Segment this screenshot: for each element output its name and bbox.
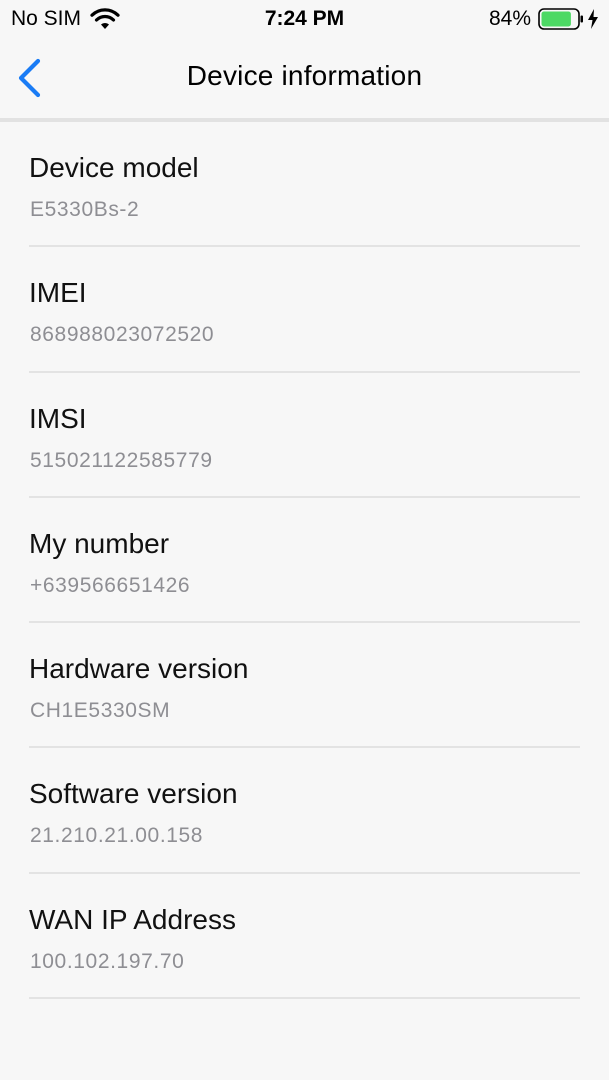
item-value: 515021122585779: [30, 448, 213, 472]
item-value: 21.210.21.00.158: [30, 824, 204, 848]
item-label: IMEI: [29, 277, 87, 309]
page-title: Device information: [186, 60, 423, 91]
list-item: WAN IP Address 100.102.197.70: [29, 874, 580, 1000]
navigation-bar: Device information: [0, 40, 609, 122]
list-item: Device model E5330Bs-2: [29, 122, 580, 248]
item-label: Device model: [29, 152, 199, 183]
item-label: WAN IP Address: [29, 903, 236, 935]
item-label: IMSI: [29, 402, 87, 434]
list-item: Hardware version CH1E5330SM: [29, 623, 580, 749]
list-item: IMSI 515021122585779: [29, 373, 580, 498]
item-label: Hardware version: [29, 653, 249, 685]
item-label: My number: [29, 527, 170, 559]
item-value: 868988023072520: [30, 323, 215, 347]
item-value: E5330Bs-2: [30, 198, 140, 221]
item-value: CH1E5330SM: [30, 699, 171, 723]
list-item: My number +639566651426: [29, 498, 580, 624]
device-info-list: Device model E5330Bs-2 IMEI 868988023072520…: [0, 122, 609, 1000]
status-right: 84%: [489, 7, 599, 31]
battery-icon: [538, 8, 583, 30]
status-bar: No SIM 7:24 PM 84%: [0, 0, 609, 40]
item-value: 100.102.197.70: [30, 949, 185, 973]
battery-percent: 84%: [488, 7, 531, 30]
item-value: +639566651426: [30, 573, 191, 597]
list-item: Software version 21.210.21.00.158: [29, 748, 580, 874]
charging-bolt-icon: [588, 9, 598, 29]
list-item: IMEI 868988023072520: [29, 247, 580, 373]
item-label: Software version: [29, 778, 238, 810]
